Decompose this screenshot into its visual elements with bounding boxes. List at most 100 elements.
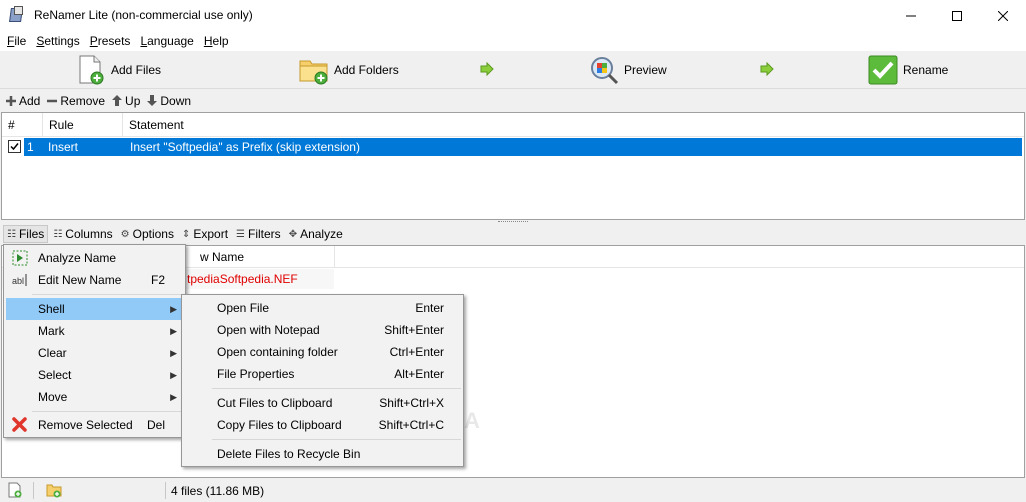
menu-item-label: Clear xyxy=(38,346,67,360)
filters-menu-button[interactable]: ☰ Filters xyxy=(233,225,284,243)
col-header-new-name[interactable]: w Name xyxy=(200,246,244,268)
status-bar: 4 files (11.86 MB) xyxy=(0,479,1026,502)
menu-settings[interactable]: Settings xyxy=(31,34,84,48)
submenu-arrow-icon: ▶ xyxy=(170,347,177,358)
menu-item-label: Analyze Name xyxy=(38,251,117,265)
minimize-button[interactable] xyxy=(888,0,934,31)
arrow-up-icon xyxy=(112,95,123,106)
arrow-down-icon xyxy=(147,95,158,106)
arrow-right-icon xyxy=(760,62,774,76)
menu-item-file-properties[interactable]: File Properties Alt+Enter xyxy=(184,363,461,385)
rules-table: # Rule Statement 1 Insert Insert "Softpe… xyxy=(1,112,1025,220)
preview-icon xyxy=(589,55,619,85)
move-down-label: Down xyxy=(160,93,192,108)
menu-item-delete-files-to-recycle-bin[interactable]: Delete Files to Recycle Bin xyxy=(184,443,461,465)
menu-item-move[interactable]: Move ▶ xyxy=(6,386,183,408)
plus-icon xyxy=(6,95,16,106)
remove-rule-button[interactable]: Remove xyxy=(47,94,105,108)
svg-text:abl: abl xyxy=(12,276,24,286)
menu-help[interactable]: Help xyxy=(199,34,234,48)
maximize-button[interactable] xyxy=(934,0,980,31)
menu-item-label: Remove Selected xyxy=(38,418,133,432)
move-up-button[interactable]: Up xyxy=(112,94,140,108)
columns-tab-label: Columns xyxy=(65,227,113,241)
add-folders-button[interactable]: Add Folders xyxy=(299,53,399,87)
move-down-button[interactable]: Down xyxy=(147,94,191,108)
menu-item-shortcut: Shift+Ctrl+X xyxy=(379,396,444,410)
menu-item-shortcut: Alt+Enter xyxy=(394,367,444,381)
menu-item-label: Mark xyxy=(38,324,65,338)
menu-file[interactable]: File xyxy=(2,34,31,48)
add-rule-label: Add xyxy=(19,93,41,108)
files-tab-label: Files xyxy=(18,227,45,241)
menu-item-mark[interactable]: Mark ▶ xyxy=(6,320,183,342)
col-header-statement[interactable]: Statement xyxy=(123,113,1024,137)
add-folders-small-icon[interactable] xyxy=(46,482,62,498)
options-tab-label: Options xyxy=(132,227,174,241)
menu-item-shortcut: Del xyxy=(146,418,165,432)
add-folders-icon xyxy=(299,55,329,85)
main-toolbar: Add Files Add Folders Preview Rename xyxy=(0,51,1026,89)
submenu-arrow-icon: ▶ xyxy=(170,391,177,402)
menu-item-shortcut: Shift+Enter xyxy=(384,323,444,337)
menu-item-shell[interactable]: Shell ▶ xyxy=(6,298,183,320)
menu-item-remove-selected[interactable]: Remove Selected Del xyxy=(6,414,183,436)
add-rule-button[interactable]: Add xyxy=(6,94,40,108)
menu-presets[interactable]: Presets xyxy=(85,34,136,48)
rename-button[interactable]: Rename xyxy=(868,53,948,87)
rule-enabled-checkbox[interactable] xyxy=(8,140,21,153)
menu-item-analyze-name[interactable]: Analyze Name xyxy=(6,247,183,269)
menu-item-select[interactable]: Select ▶ xyxy=(6,364,183,386)
preview-button[interactable]: Preview xyxy=(589,53,667,87)
export-menu-button[interactable]: ⇕ Export xyxy=(179,225,231,243)
col-header-number[interactable]: # xyxy=(2,113,43,137)
app-icon xyxy=(8,6,26,24)
add-files-button[interactable]: Add Files xyxy=(76,53,161,87)
remove-rule-label: Remove xyxy=(60,93,106,108)
menu-language[interactable]: Language xyxy=(135,34,198,48)
menu-item-open-containing-folder[interactable]: Open containing folder Ctrl+Enter xyxy=(184,341,461,363)
columns-icon: ☷ xyxy=(53,228,63,240)
file-new-name: tpediaSoftpedia.NEF xyxy=(187,272,298,286)
close-icon xyxy=(998,10,1008,21)
submenu-arrow-icon: ▶ xyxy=(170,325,177,336)
add-files-small-icon[interactable] xyxy=(7,482,23,498)
menu-item-edit-new-name[interactable]: abl Edit New Name F2 xyxy=(6,269,183,291)
menu-item-label: Edit New Name xyxy=(38,273,122,287)
rule-statement: Insert "Softpedia" as Prefix (skip exten… xyxy=(130,140,360,154)
menu-item-shortcut: Ctrl+Enter xyxy=(389,345,444,359)
table-row[interactable]: 1 Insert Insert "Softpedia" as Prefix (s… xyxy=(24,138,1022,156)
menu-item-copy-files-to-clipboard[interactable]: Copy Files to Clipboard Shift+Ctrl+C xyxy=(184,414,461,436)
menu-item-clear[interactable]: Clear ▶ xyxy=(6,342,183,364)
menu-item-label: Select xyxy=(38,368,72,382)
window-controls xyxy=(888,0,1026,31)
files-menu-button[interactable]: ☷ Files xyxy=(3,225,49,243)
analyze-icon: ✥ xyxy=(288,228,298,240)
close-button[interactable] xyxy=(980,0,1026,31)
menu-item-cut-files-to-clipboard[interactable]: Cut Files to Clipboard Shift+Ctrl+X xyxy=(184,392,461,414)
add-folders-label: Add Folders xyxy=(334,63,399,77)
maximize-icon xyxy=(952,10,962,21)
menu-item-label: Open containing folder xyxy=(217,345,338,359)
menu-item-label: Copy Files to Clipboard xyxy=(217,418,342,432)
options-menu-button[interactable]: ⚙ Options xyxy=(118,225,177,243)
minus-icon xyxy=(47,99,58,102)
rules-table-header: # Rule Statement xyxy=(2,113,1024,137)
menu-item-open-with-notepad[interactable]: Open with Notepad Shift+Enter xyxy=(184,319,461,341)
edit-text-icon: abl xyxy=(12,274,27,286)
filters-tab-label: Filters xyxy=(248,227,281,241)
menu-item-open-file[interactable]: Open File Enter xyxy=(184,297,461,319)
move-up-label: Up xyxy=(125,93,141,108)
minimize-icon xyxy=(906,15,916,16)
checkmark-icon xyxy=(10,143,19,151)
arrow-right-icon xyxy=(480,62,494,76)
rule-number: 1 xyxy=(27,140,34,154)
col-header-rule[interactable]: Rule xyxy=(43,113,123,137)
add-files-icon xyxy=(76,55,106,85)
menu-item-label: File Properties xyxy=(217,367,295,381)
menu-item-label: Move xyxy=(38,390,68,404)
columns-menu-button[interactable]: ☷ Columns xyxy=(50,225,115,243)
analyze-menu-button[interactable]: ✥ Analyze xyxy=(286,225,346,243)
window-title: ReNamer Lite (non-commercial use only) xyxy=(34,8,253,22)
menu-item-label: Cut Files to Clipboard xyxy=(217,396,333,410)
